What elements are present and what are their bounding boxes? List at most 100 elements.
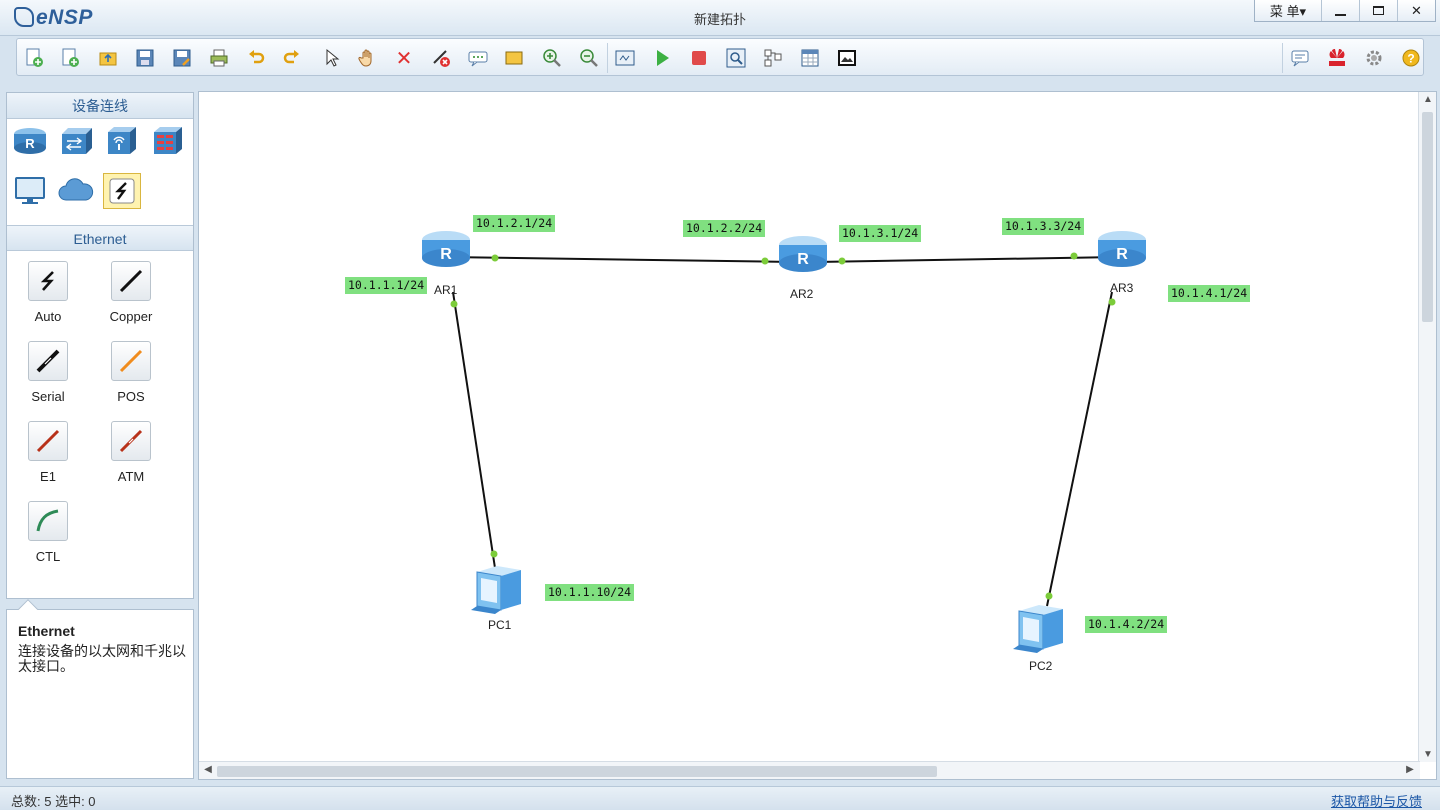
rectangle-icon[interactable] (503, 47, 525, 69)
cable-copper[interactable]: Copper (101, 261, 161, 324)
title-bar: eNSP 新建拓扑 菜 单▾ ✕ (0, 0, 1440, 36)
switch-icon[interactable] (57, 123, 95, 159)
vertical-scroll-thumb[interactable] (1422, 112, 1433, 322)
ctl-cable-icon (28, 501, 68, 541)
pc1-icon[interactable] (471, 566, 521, 614)
pan-hand-icon[interactable] (356, 47, 378, 69)
delete-icon[interactable]: ✕ (393, 47, 415, 70)
cable-e1[interactable]: E1 (18, 421, 78, 484)
router-ar1-icon[interactable]: R (422, 231, 470, 267)
huawei-icon[interactable] (1326, 47, 1348, 69)
help-feedback-link[interactable]: 获取帮助与反馈 (1331, 791, 1422, 810)
port-dot (1070, 252, 1078, 260)
print-icon[interactable] (208, 47, 230, 69)
description-box: Ethernet 连接设备的以太网和千兆以太接口。 (6, 599, 194, 779)
open-icon[interactable] (97, 47, 119, 69)
scroll-down-icon[interactable]: ▼ (1419, 749, 1436, 760)
settings-icon[interactable] (1363, 47, 1385, 69)
node-label-ar2: AR2 (790, 287, 814, 301)
help-icon[interactable]: ? (1400, 47, 1422, 69)
cloud-icon[interactable] (57, 173, 95, 209)
wireless-icon[interactable] (103, 123, 141, 159)
router-ar2-icon[interactable]: R (779, 236, 827, 272)
node-label-pc1: PC1 (488, 618, 512, 632)
ip-label-pc1[interactable]: 10.1.1.10/24 (545, 584, 635, 601)
save-as-icon[interactable] (171, 47, 193, 69)
device-panel: 设备连线 R Ethernet Auto Copper Serial POS E… (6, 92, 194, 599)
redo-icon[interactable] (281, 47, 303, 69)
ip-label-ar3-g000[interactable]: 10.1.3.3/24 (1002, 218, 1085, 235)
zoom-out-icon[interactable] (578, 47, 600, 69)
router-ar3-icon[interactable]: R (1098, 231, 1146, 267)
svg-text:R: R (797, 251, 809, 268)
port-dot (1045, 592, 1053, 600)
device-panel-title: 设备连线 (7, 93, 193, 119)
start-device-icon[interactable] (651, 47, 673, 69)
ip-label-ar1-g001[interactable]: 10.1.2.1/24 (473, 215, 556, 232)
topology-links-layer: R R R (422, 231, 1146, 653)
toolbar-separator (1282, 43, 1283, 73)
fit-icon[interactable] (614, 47, 636, 69)
maximize-button[interactable] (1359, 0, 1397, 21)
scroll-left-icon[interactable]: ◀ (200, 764, 216, 775)
horizontal-scrollbar[interactable]: ◀ ▶ (199, 761, 1420, 779)
ip-label-ar1-g000[interactable]: 10.1.1.1/24 (345, 277, 428, 294)
scroll-right-icon[interactable]: ▶ (1402, 764, 1418, 775)
zoom-in-icon[interactable] (541, 47, 563, 69)
scroll-up-icon[interactable]: ▲ (1419, 94, 1436, 105)
close-button[interactable]: ✕ (1397, 0, 1435, 21)
delete-connections-icon[interactable] (430, 47, 452, 69)
node-label-pc2: PC2 (1029, 659, 1053, 673)
pc-icon[interactable] (11, 173, 49, 209)
cable-auto[interactable]: Auto (18, 261, 78, 324)
app-logo: eNSP (14, 6, 93, 30)
cable-ctl[interactable]: CTL (18, 501, 78, 564)
screenshot-icon[interactable] (836, 47, 858, 69)
topology-icon[interactable] (762, 47, 784, 69)
save-icon[interactable] (134, 47, 156, 69)
connection-icon[interactable] (103, 173, 141, 209)
ip-label-ar2-g001[interactable]: 10.1.3.1/24 (839, 225, 922, 242)
ip-label-ar3-g001[interactable]: 10.1.4.1/24 (1168, 285, 1251, 302)
new-exam-icon[interactable] (59, 47, 81, 69)
vertical-scrollbar[interactable]: ▲ ▼ (1418, 92, 1436, 762)
link-ar3-pc2[interactable] (1046, 291, 1113, 607)
ip-label-pc2[interactable]: 10.1.4.2/24 (1085, 616, 1168, 633)
port-dot (450, 300, 458, 308)
maximize-icon (1373, 6, 1384, 15)
firewall-icon[interactable] (149, 123, 187, 159)
toolbar: ✕ ? (16, 38, 1424, 76)
svg-text:?: ? (1407, 52, 1414, 66)
cable-label: POS (117, 389, 145, 404)
horizontal-scroll-thumb[interactable] (217, 766, 937, 777)
port-dot (490, 550, 498, 558)
cable-panel-title: Ethernet (7, 225, 193, 251)
serial-cable-icon (28, 341, 68, 381)
link-ar1-pc1[interactable] (452, 291, 496, 569)
ip-label-ar2-g000[interactable]: 10.1.2.2/24 (683, 220, 766, 237)
window-title: 新建拓扑 (693, 12, 746, 27)
atm-cable-icon (111, 421, 151, 461)
minimize-button[interactable] (1321, 0, 1359, 21)
router-icon[interactable]: R (11, 123, 49, 159)
stop-device-icon[interactable] (688, 47, 710, 69)
pc2-icon[interactable] (1013, 605, 1063, 653)
cable-pos[interactable]: POS (101, 341, 161, 404)
cable-serial[interactable]: Serial (18, 341, 78, 404)
new-topology-icon[interactable] (23, 47, 45, 69)
cable-atm[interactable]: ATM (101, 421, 161, 484)
capture-icon[interactable] (725, 47, 747, 69)
status-bar: 总数: 5 选中: 0 获取帮助与反馈 (0, 786, 1440, 810)
description-title: Ethernet (18, 623, 75, 639)
text-label-icon[interactable] (467, 47, 489, 69)
undo-icon[interactable] (245, 47, 267, 69)
node-label-ar3: AR3 (1110, 281, 1134, 295)
chat-icon[interactable] (1289, 47, 1311, 69)
node-label-ar1: AR1 (434, 283, 458, 297)
menu-button[interactable]: 菜 单▾ (1255, 0, 1321, 21)
select-icon[interactable] (320, 47, 342, 69)
toolbar-separator (607, 43, 608, 73)
grid-icon[interactable] (799, 47, 821, 69)
port-dot (838, 257, 846, 265)
topology-canvas[interactable]: R R R AR1 AR2 AR3 PC1 PC2 10.1.2.1/24 10… (198, 91, 1437, 780)
